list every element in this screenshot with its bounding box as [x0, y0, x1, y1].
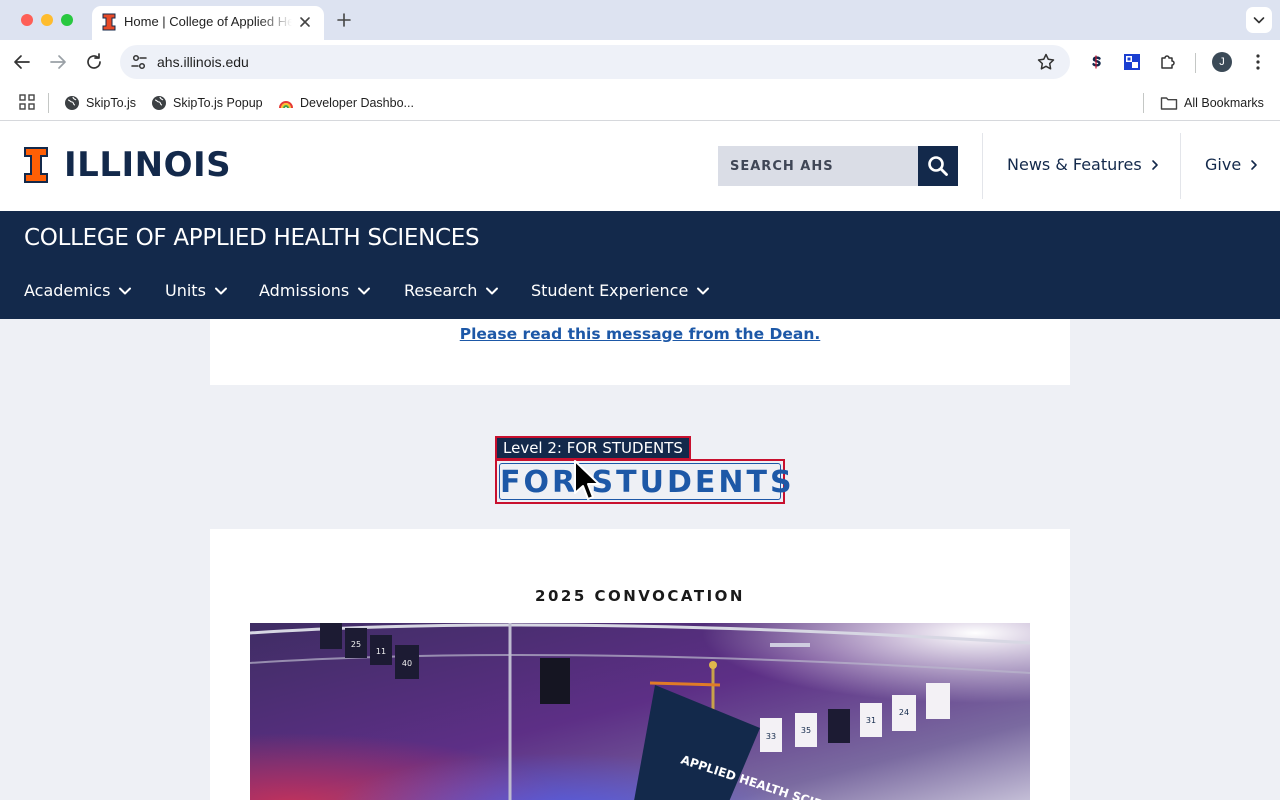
logo-wordmark: ILLINOIS — [64, 145, 232, 185]
bookmark-skipto[interactable]: SkipTo.js — [64, 93, 136, 113]
nav-item-units[interactable]: Units — [165, 281, 228, 300]
news-features-link[interactable]: News & Features — [1007, 155, 1160, 174]
globe-icon — [65, 96, 79, 110]
jersey-number: 25 — [351, 640, 361, 649]
chevron-down-icon — [486, 287, 499, 294]
browser-tab-active[interactable]: Home | College of Applied Health Science… — [92, 6, 324, 40]
give-link[interactable]: Give — [1205, 155, 1259, 174]
give-label: Give — [1205, 155, 1242, 174]
browser-tab-bar: Home | College of Applied Health Science… — [0, 0, 1280, 40]
bookmarks-bar: SkipTo.js SkipTo.js Popup Developer Dash… — [0, 85, 1280, 121]
chevron-down-icon — [1253, 17, 1265, 24]
chevron-down-icon — [697, 287, 710, 294]
heading-level-badge: Level 2: FOR STUDENTS — [495, 436, 691, 460]
folder-icon — [1160, 97, 1178, 110]
reload-icon[interactable] — [82, 50, 106, 74]
bookmark-star-icon[interactable] — [1036, 52, 1056, 72]
jersey-number: 11 — [376, 647, 386, 656]
nav-item-student-experience[interactable]: Student Experience — [531, 281, 710, 300]
for-students-heading: FOR STUDENTS — [499, 463, 795, 500]
more-menu-icon[interactable] — [1248, 52, 1268, 72]
convocation-card: 2025 CONVOCATION 25 11 40 33 35 31 24 — [210, 529, 1070, 800]
dean-message-panel: Please read this message from the Dean. — [210, 319, 1070, 385]
toolbar-divider — [1195, 53, 1196, 73]
apps-grid-icon[interactable] — [18, 93, 36, 111]
chevron-right-icon — [1251, 159, 1257, 170]
nav-item-label: Research — [404, 281, 478, 300]
jersey-number: 31 — [866, 716, 876, 725]
url-text: ahs.illinois.edu — [157, 54, 249, 70]
globe-icon — [152, 96, 166, 110]
bookmark-label: Developer Dashbo... — [300, 96, 414, 110]
site-header: ILLINOIS News & Features Give — [0, 121, 1280, 211]
for-students-heading-highlight: FOR STUDENTS — [495, 459, 795, 504]
jersey-number: 40 — [402, 659, 412, 668]
bookmark-label: SkipTo.js — [86, 96, 137, 110]
dean-message-link[interactable]: Please read this message from the Dean. — [210, 325, 1070, 343]
back-arrow-icon[interactable] — [10, 50, 34, 74]
bookmark-skipto-popup[interactable]: SkipTo.js Popup — [151, 93, 263, 113]
header-divider — [982, 133, 983, 199]
news-features-label: News & Features — [1007, 155, 1142, 174]
nav-item-label: Student Experience — [531, 281, 689, 300]
nav-item-research[interactable]: Research — [404, 281, 499, 300]
header-divider — [1180, 133, 1181, 199]
search-form — [718, 146, 958, 186]
browser-toolbar: ahs.illinois.edu J — [0, 40, 1280, 85]
rainbow-icon — [279, 101, 293, 109]
convocation-title: 2025 CONVOCATION — [535, 587, 745, 605]
convocation-photo[interactable]: 25 11 40 33 35 31 24 — [250, 623, 1030, 800]
nav-item-label: Academics — [24, 281, 111, 300]
nav-item-admissions[interactable]: Admissions — [259, 281, 371, 300]
unit-title[interactable]: COLLEGE OF APPLIED HEALTH SCIENCES — [24, 225, 480, 251]
forward-arrow-icon[interactable] — [46, 50, 70, 74]
skipto-extension-icon[interactable] — [1086, 52, 1106, 72]
illinois-logo[interactable]: ILLINOIS — [24, 145, 232, 185]
chevron-down-icon — [119, 287, 132, 294]
search-icon — [928, 156, 948, 176]
site-info-icon[interactable] — [128, 51, 150, 73]
site-navigation: COLLEGE OF APPLIED HEALTH SCIENCES Acade… — [0, 211, 1280, 319]
chevron-right-icon — [1151, 159, 1158, 170]
block-i-icon — [24, 147, 48, 183]
minimize-window-button[interactable] — [41, 14, 53, 26]
bookmarks-divider — [48, 93, 49, 113]
bookmarks-divider — [1143, 93, 1144, 113]
accessibility-extension-icon[interactable] — [1122, 52, 1142, 72]
close-tab-icon[interactable] — [296, 13, 314, 31]
profile-avatar[interactable]: J — [1212, 52, 1232, 72]
all-bookmarks-button[interactable]: All Bookmarks — [1160, 93, 1264, 113]
bookmark-developer-dashboard[interactable]: Developer Dashbo... — [278, 93, 414, 113]
new-tab-icon[interactable] — [334, 10, 354, 30]
extensions-puzzle-icon[interactable] — [1158, 52, 1178, 72]
search-input[interactable] — [718, 146, 918, 186]
nav-item-label: Admissions — [259, 281, 350, 300]
chevron-down-icon — [358, 287, 371, 294]
arena-banner-image: 25 11 40 33 35 31 24 — [250, 623, 1030, 800]
all-bookmarks-label: All Bookmarks — [1184, 96, 1264, 110]
mouse-cursor-icon — [574, 460, 600, 500]
maximize-window-button[interactable] — [61, 14, 73, 26]
web-page: ILLINOIS News & Features Give — [0, 121, 1280, 800]
jersey-number: 35 — [801, 726, 811, 735]
illinois-favicon-icon — [102, 13, 116, 31]
chevron-down-icon — [214, 287, 227, 294]
search-button[interactable] — [918, 146, 958, 186]
nav-item-academics[interactable]: Academics — [24, 281, 132, 300]
close-window-button[interactable] — [21, 14, 33, 26]
jersey-number: 33 — [766, 732, 776, 741]
nav-item-label: Units — [165, 281, 206, 300]
tab-title: Home | College of Applied Health Science… — [124, 14, 292, 29]
jersey-number: 24 — [899, 708, 909, 717]
address-bar[interactable]: ahs.illinois.edu — [120, 45, 1070, 79]
tab-search-button[interactable] — [1246, 7, 1272, 33]
bookmark-label: SkipTo.js Popup — [173, 96, 263, 110]
